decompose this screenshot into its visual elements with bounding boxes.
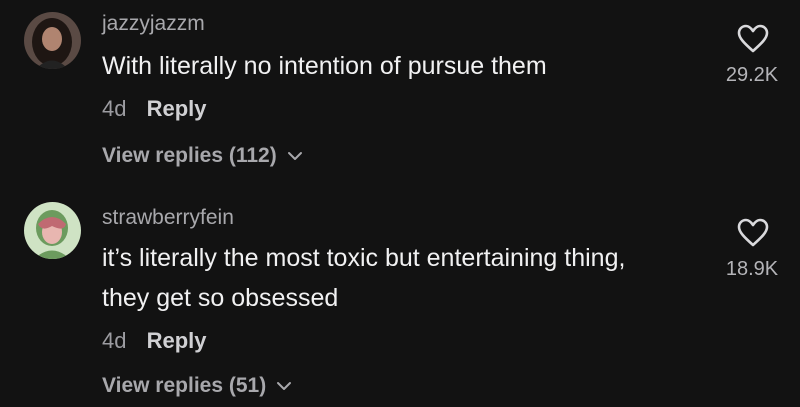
avatar[interactable] — [24, 12, 81, 69]
view-replies-button[interactable]: View replies (51) — [102, 374, 292, 398]
like-count: 29.2K — [725, 64, 779, 86]
view-replies-label: View replies (112) — [102, 144, 277, 167]
comment-meta: 4d Reply — [102, 96, 207, 122]
comment-text: it’s literally the most toxic but entert… — [102, 244, 626, 312]
reply-button[interactable]: Reply — [147, 96, 207, 121]
view-replies-button[interactable]: View replies (112) — [102, 144, 303, 168]
comment-timestamp: 4d — [102, 96, 127, 121]
like-count: 18.9K — [725, 258, 779, 280]
chevron-down-icon — [287, 152, 302, 161]
comment-timestamp: 4d — [102, 328, 127, 353]
comment-meta: 4d Reply — [102, 328, 207, 354]
comment-item: strawberryfein it’s literally the most t… — [0, 190, 800, 407]
comment-username[interactable]: jazzyjazzm — [102, 12, 205, 36]
heart-icon[interactable] — [736, 218, 770, 248]
avatar[interactable] — [24, 202, 81, 259]
like-area: 18.9K — [704, 214, 800, 284]
comment-item: jazzyjazzm With literally no intention o… — [0, 0, 800, 190]
comment-username[interactable]: strawberryfein — [102, 206, 234, 230]
like-area: 29.2K — [704, 20, 800, 90]
comment-text: With literally no intention of pursue th… — [102, 52, 547, 80]
reply-button[interactable]: Reply — [147, 328, 207, 353]
view-replies-label: View replies (51) — [102, 374, 267, 397]
chevron-down-icon — [277, 382, 292, 391]
heart-icon[interactable] — [736, 24, 770, 54]
